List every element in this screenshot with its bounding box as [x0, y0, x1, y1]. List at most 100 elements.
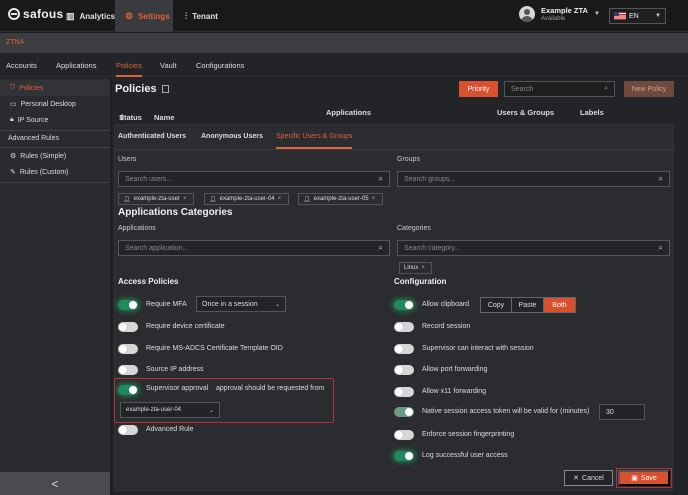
user-menu[interactable]: Example ZTA Available ▼ — [519, 6, 600, 22]
tab-policies[interactable]: Policies — [116, 61, 142, 77]
log-access-toggle[interactable] — [394, 451, 414, 461]
approver-select[interactable]: example-zta-user-04 ⌄ — [120, 402, 220, 418]
supervisor-approval-toggle[interactable] — [118, 385, 138, 395]
adcs-toggle[interactable] — [118, 344, 138, 354]
table-header: Status ⇕ Name Applications Users & Group… — [114, 103, 674, 123]
save-button[interactable]: ▣ Save — [616, 468, 672, 488]
groups-search-input[interactable]: Search groups... ⌕ — [397, 171, 670, 187]
close-icon: ✕ — [573, 475, 580, 482]
language-label: EN — [629, 12, 639, 20]
mfa-frequency-select[interactable]: Once in a session ⌄ — [196, 296, 286, 312]
gear-icon: ⚙ — [10, 153, 17, 160]
chevron-down-icon: ⌄ — [274, 301, 280, 308]
search-icon: ⌕ — [658, 174, 663, 183]
sidebar-item-ip-source[interactable]: 🔒︎ IP Source — [0, 112, 110, 128]
allow-clipboard-toggle[interactable] — [394, 300, 414, 310]
user-chip-label: example-zta-user-04 — [219, 196, 275, 202]
sidebar-item-policies[interactable]: ⛉ Policies — [0, 80, 110, 96]
applications-search-placeholder: Search application... — [125, 244, 189, 252]
source-ip-toggle[interactable] — [118, 365, 138, 375]
supervisor-approval-label: Supervisor approval — [146, 385, 209, 392]
user-status: Available — [541, 16, 566, 22]
tab-authenticated-users[interactable]: Authenticated Users — [118, 133, 186, 140]
gear-icon: ⚙ — [125, 10, 134, 21]
logo-mark-icon — [8, 8, 20, 20]
tab-applications[interactable]: Applications — [56, 61, 96, 70]
bar-chart-icon: ▥ — [66, 10, 75, 21]
shield-icon: ⛉ — [10, 84, 16, 91]
user-chip: 👤︎ example-zta-user × — [118, 193, 194, 205]
record-session-label: Record session — [422, 323, 471, 330]
top-bar: safous ▥ Analytics ⚙ Settings ⫶ Tenant E… — [0, 0, 688, 32]
sidebar-item-rules-custom[interactable]: ✎ Rules (Custom) — [0, 164, 110, 180]
port-forwarding-toggle[interactable] — [394, 365, 414, 375]
users-label: Users — [118, 156, 137, 163]
applications-search-input[interactable]: Search application... ⌕ — [118, 240, 390, 256]
x11-forwarding-label: Allow x11 forwarding — [422, 388, 487, 395]
sliders-icon: ⫶ — [185, 10, 188, 21]
document-icon[interactable] — [161, 85, 169, 93]
user-icon: 👤︎ — [303, 196, 311, 203]
section-title: ZTNA — [6, 39, 25, 46]
supervisor-approval-hint: approval should be requested from — [216, 385, 325, 392]
port-forwarding-label: Allow port forwarding — [422, 366, 488, 373]
groups-label: Groups — [397, 156, 420, 163]
priority-button[interactable]: Priority — [459, 81, 498, 97]
sidebar-item-label: IP Source — [17, 116, 49, 124]
adcs-label: Require MS-ADCS Certificate Template OID — [146, 345, 283, 352]
column-name-label: Name — [154, 113, 175, 122]
sidebar-item-personal-desktop[interactable]: ▭ Personal Desktop — [0, 96, 110, 112]
record-session-toggle[interactable] — [394, 322, 414, 332]
search-icon: ⌕ — [378, 174, 383, 183]
remove-chip-icon[interactable]: × — [278, 196, 282, 202]
categories-search-input[interactable]: Search category... ⌕ — [397, 240, 670, 256]
policy-search-input[interactable]: Search ⌕ — [504, 81, 615, 97]
sidebar-collapse-button[interactable]: < — [0, 472, 110, 495]
nav-settings-label: Settings — [138, 11, 170, 21]
sidebar-item-label: Rules (Simple) — [20, 152, 67, 160]
fingerprint-toggle[interactable] — [394, 430, 414, 440]
remove-chip-icon[interactable]: × — [183, 196, 187, 202]
x11-forwarding-toggle[interactable] — [394, 387, 414, 397]
clipboard-copy-option[interactable]: Copy — [481, 298, 512, 312]
tab-accounts[interactable]: Accounts — [6, 61, 37, 70]
device-cert-toggle[interactable] — [118, 322, 138, 332]
sidebar-divider — [0, 130, 110, 131]
new-policy-button[interactable]: New Policy — [624, 81, 674, 97]
log-access-label: Log successful user access — [422, 452, 508, 459]
category-chip: Linux × — [399, 262, 432, 274]
require-mfa-toggle[interactable] — [118, 300, 138, 310]
sidebar-divider — [0, 182, 110, 183]
language-select[interactable]: EN ▼ — [609, 8, 666, 24]
tab-anonymous-users[interactable]: Anonymous Users — [201, 133, 263, 140]
us-flag-icon — [614, 12, 626, 20]
tab-configurations[interactable]: Configurations — [196, 61, 244, 70]
approver-value: example-zta-user-04 — [126, 407, 182, 413]
tab-vault[interactable]: Vault — [160, 61, 177, 70]
advanced-rule-toggle[interactable] — [118, 425, 138, 435]
sidebar: ⛉ Policies ▭ Personal Desktop 🔒︎ IP Sour… — [0, 78, 110, 495]
clipboard-paste-option[interactable]: Paste — [512, 298, 544, 312]
token-minutes-input[interactable]: 30 — [599, 404, 645, 420]
remove-chip-icon[interactable]: × — [421, 265, 425, 271]
nav-analytics-label: Analytics — [79, 11, 116, 21]
user-chip-label: example-zta-user — [133, 196, 180, 202]
users-search-input[interactable]: Search users... ⌕ — [118, 171, 390, 187]
user-scope-tabs: Authenticated Users Anonymous Users Spec… — [114, 124, 674, 150]
supervisor-interact-toggle[interactable] — [394, 344, 414, 354]
clipboard-both-option[interactable]: Both — [544, 298, 575, 312]
search-icon: ⌕ — [658, 243, 663, 252]
clipboard-mode-segmented: Copy Paste Both — [480, 297, 576, 313]
save-label: Save — [640, 474, 657, 482]
advanced-rule-label: Advanced Rule — [146, 426, 194, 433]
supervisor-interact-label: Supervisor can interact with session — [422, 345, 534, 352]
remove-chip-icon[interactable]: × — [372, 196, 376, 202]
chevron-down-icon: ▼ — [593, 11, 600, 17]
cancel-button[interactable]: ✕ Cancel — [564, 470, 613, 486]
tab-specific-users-groups[interactable]: Specific Users & Groups — [276, 133, 353, 149]
mfa-frequency-value: Once in a session — [202, 300, 258, 308]
sidebar-item-rules-simple[interactable]: ⚙ Rules (Simple) — [0, 148, 110, 164]
nav-tenant[interactable]: ⫶ Tenant — [175, 0, 228, 32]
nav-settings[interactable]: ⚙ Settings — [115, 0, 173, 32]
native-token-toggle[interactable] — [394, 407, 414, 417]
